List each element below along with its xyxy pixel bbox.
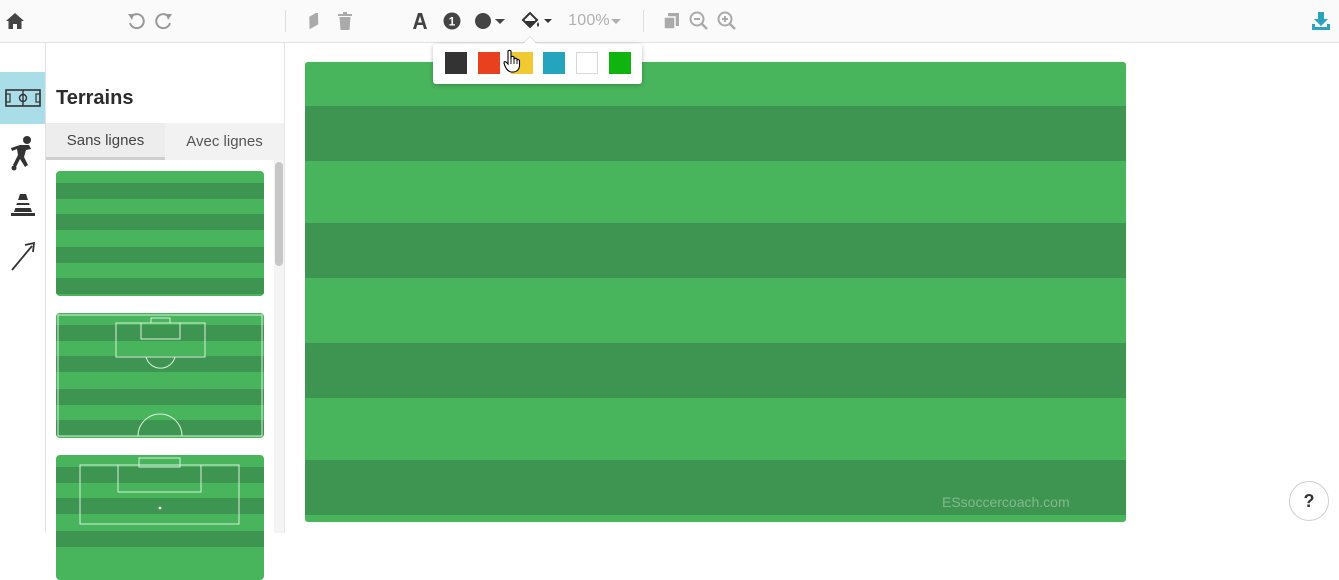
chevron-down-icon (610, 19, 621, 24)
redo-icon[interactable] (154, 0, 174, 42)
number-icon[interactable]: 1 (442, 0, 462, 42)
color-swatch-green[interactable] (609, 52, 631, 74)
color-swatch-black[interactable] (445, 52, 467, 74)
zoom-level-label: 100% (568, 12, 610, 29)
scrollbar-thumb[interactable] (275, 162, 283, 266)
toolbar-divider (643, 10, 644, 32)
terrain-tabs: Sans lignes Avec lignes (46, 123, 284, 160)
top-toolbar: 1 100% (0, 0, 1339, 43)
zoom-out-icon[interactable] (688, 0, 710, 42)
svg-text:1: 1 (449, 15, 456, 29)
undo-icon[interactable] (126, 0, 146, 42)
eraser-icon[interactable] (303, 0, 325, 42)
terrain-thumbnail-full-pitch[interactable] (56, 455, 264, 580)
field-stripe (305, 223, 1126, 278)
text-icon[interactable] (410, 0, 430, 42)
terrains-panel: Terrains Sans lignes Avec lignes (46, 43, 285, 580)
toolbar-divider (285, 10, 286, 32)
trash-icon[interactable] (335, 0, 355, 42)
field-icon (4, 89, 41, 107)
field-stripe (305, 343, 1126, 398)
circle-shape-icon[interactable] (474, 0, 508, 42)
zoom-in-icon[interactable] (716, 0, 738, 42)
color-swatch-white[interactable] (576, 52, 598, 74)
popover-arrow (523, 37, 537, 44)
zoom-level-dropdown[interactable]: 100% (568, 0, 622, 42)
hand-cursor-icon (503, 49, 521, 78)
rail-item-field[interactable] (0, 72, 45, 124)
home-icon[interactable] (4, 0, 26, 42)
tab-avec-lignes[interactable]: Avec lignes (165, 123, 284, 160)
copy-icon[interactable] (662, 0, 682, 42)
fill-color-icon[interactable] (519, 0, 555, 42)
soccer-field-canvas[interactable] (305, 62, 1126, 522)
cone-icon (10, 194, 35, 216)
help-button[interactable]: ? (1289, 481, 1329, 521)
color-swatch-red[interactable] (478, 52, 500, 74)
download-icon[interactable] (1309, 0, 1333, 42)
terrain-thumbnail-half-pitch[interactable] (56, 313, 264, 438)
tool-category-rail (0, 43, 46, 533)
fill-color-popover (433, 37, 642, 84)
arrow-icon (10, 241, 35, 271)
field-stripe (305, 106, 1126, 161)
rail-item-arrows[interactable] (0, 231, 45, 283)
panel-scrollbar[interactable] (274, 160, 284, 533)
panel-title: Terrains (56, 87, 134, 109)
player-icon (10, 136, 31, 171)
watermark-text: ESsoccercoach.com (942, 494, 1070, 510)
terrain-thumbnail-plain[interactable] (56, 171, 264, 296)
rail-item-equipment[interactable] (0, 179, 45, 231)
tab-sans-lignes[interactable]: Sans lignes (46, 123, 165, 160)
rail-item-players[interactable] (0, 127, 45, 179)
color-swatch-blue[interactable] (543, 52, 565, 74)
